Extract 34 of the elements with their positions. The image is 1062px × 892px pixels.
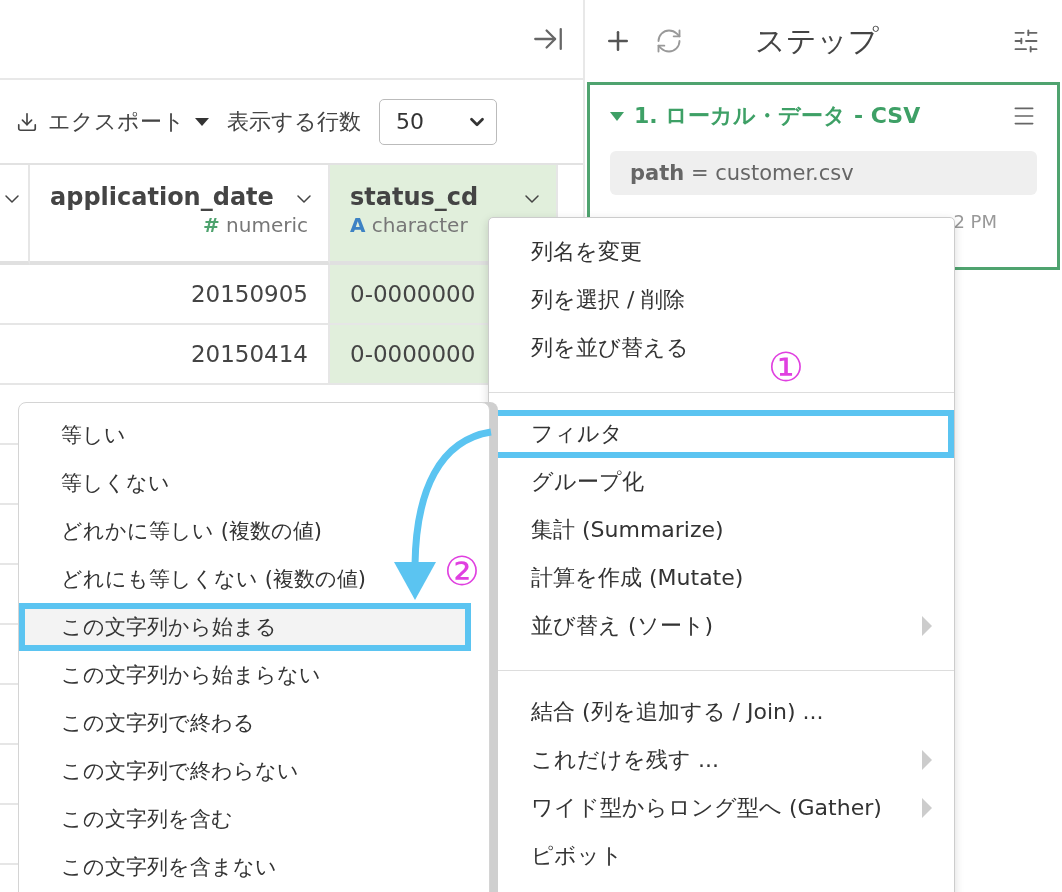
panel-title: ステップ [755,21,880,60]
menu-item[interactable]: 並び替え (ソート) [489,602,954,650]
settings-icon[interactable] [1012,27,1040,55]
export-button[interactable]: エクスポート [16,106,209,137]
menu-item[interactable]: どれかに等しい (複数の値) [19,507,343,555]
caret-icon [195,117,209,126]
menu-item[interactable]: ピボット [489,832,645,880]
menu-item[interactable]: ワイド型からロング型へ (Gather) [489,784,954,832]
menu-item[interactable]: 結合 (列を追加する / Join) ... [489,688,846,736]
parameter-chip: path = customer.csv [610,151,1037,195]
menu-item[interactable]: この文字列から始まる [19,603,471,651]
menu-item[interactable]: 等しくない [19,459,190,507]
menu-item[interactable]: どれにも等しくない (複数の値) [19,555,387,603]
caret-icon [610,111,624,121]
download-icon [16,110,38,133]
step-number: ② [444,551,480,591]
menu-item[interactable]: この文字列から始まらない [19,651,341,699]
step-time: 2 PM [953,211,998,232]
menu-item[interactable]: 集計 (Summarize) [489,506,746,554]
menu-item[interactable]: グループ化 [489,458,666,506]
menu-item[interactable]: この文字列で終わる [19,699,275,747]
menu-item[interactable]: 計算を作成 (Mutate) [489,554,766,602]
menu-item[interactable]: フィルタ [489,410,954,458]
refresh-icon[interactable] [655,27,683,55]
menu-item[interactable]: 等しい [19,411,146,459]
menu-item[interactable]: これだけを残す ... [489,736,954,784]
step-number: ① [768,347,804,387]
rows-select[interactable]: 50 [379,98,497,145]
menu-item[interactable]: この文字列を含む [19,795,253,843]
menu-item[interactable]: この文字列を含まない [19,843,297,891]
rows-label: 表示する行数 [227,107,361,136]
menu-item[interactable]: この文字列で終わらない [19,747,319,795]
column-header[interactable]: application_date # numeric [30,165,330,265]
step-title: 1. ローカル・データ - CSV [634,102,922,130]
